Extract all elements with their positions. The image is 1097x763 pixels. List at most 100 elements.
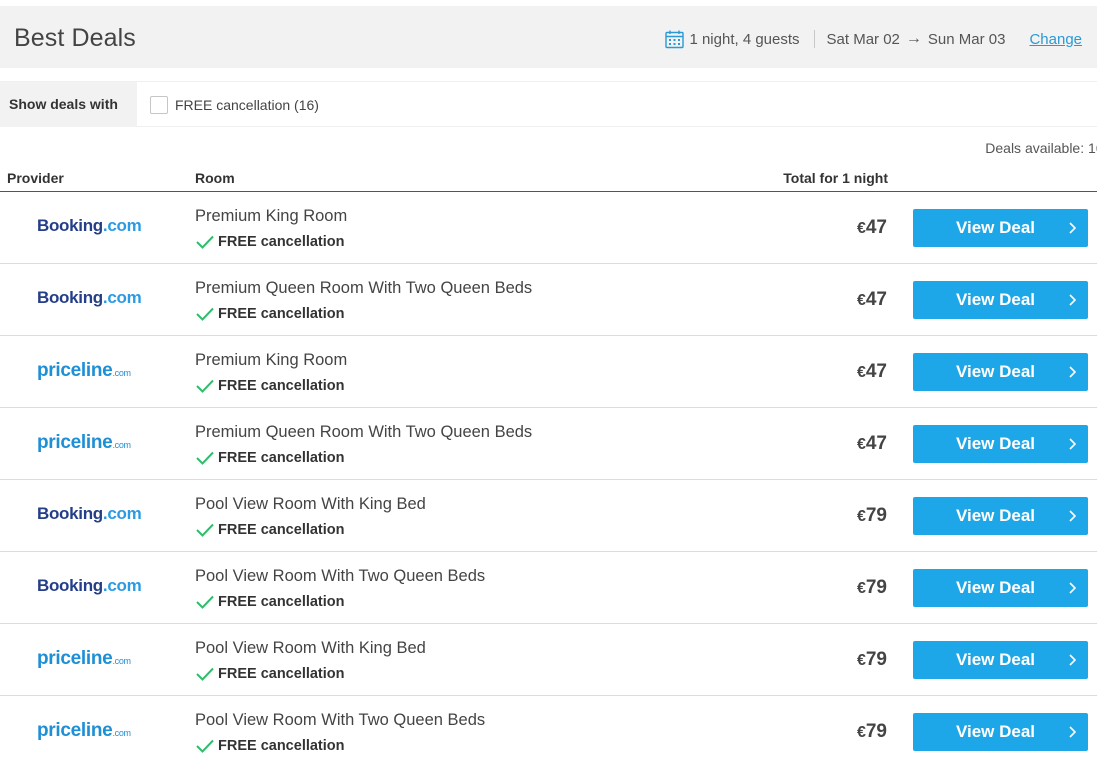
view-deal-label: View Deal	[955, 362, 1036, 381]
cancellation-info: FREE cancellation	[195, 594, 345, 610]
room-name: Pool View Room With Two Queen Beds	[195, 567, 486, 585]
calendar-icon	[665, 30, 685, 48]
view-deal-button[interactable]: View Deal	[913, 497, 1088, 535]
cancellation-label: FREE cancellation	[218, 522, 345, 538]
view-deal-button[interactable]: View Deal	[913, 281, 1088, 319]
view-deal-label: View Deal	[955, 722, 1036, 741]
view-deal-button[interactable]: View Deal	[913, 713, 1088, 751]
deal-price: €47	[856, 361, 887, 382]
room-name: Premium King Room	[195, 207, 348, 225]
chevron-right-icon	[1069, 510, 1077, 522]
priceline-logo: priceline.com	[37, 432, 131, 453]
cancellation-info: FREE cancellation	[195, 522, 345, 538]
cancellation-info: FREE cancellation	[195, 306, 345, 322]
deal-row: Booking.com Premium King Room FREE cance…	[0, 192, 1097, 264]
check-icon	[196, 451, 214, 465]
cancellation-label: FREE cancellation	[218, 666, 345, 682]
chevron-right-icon	[1069, 582, 1077, 594]
check-icon	[196, 667, 214, 681]
deal-row: Booking.com Premium Queen Room With Two …	[0, 264, 1097, 336]
booking-logo: Booking.com	[37, 504, 142, 523]
room-name: Pool View Room With Two Queen Beds	[195, 711, 486, 729]
deal-row: priceline.com Pool View Room With King B…	[0, 624, 1097, 696]
deals-available-count: 16	[1088, 140, 1097, 156]
check-icon	[196, 595, 214, 609]
booking-logo: Booking.com	[37, 576, 142, 595]
view-deal-label: View Deal	[955, 434, 1036, 453]
priceline-logo: priceline.com	[37, 648, 131, 669]
booking-logo: Booking.com	[37, 216, 142, 235]
cancellation-label: FREE cancellation	[218, 378, 345, 394]
room-name: Pool View Room With King Bed	[195, 495, 426, 513]
room-name: Pool View Room With King Bed	[195, 639, 426, 657]
table-header: Provider Room Total for 1 night	[0, 168, 1097, 192]
deal-filter-bar: Show deals with FREE cancellation (16)	[0, 81, 1097, 127]
view-deal-label: View Deal	[955, 506, 1036, 525]
view-deal-button[interactable]: View Deal	[913, 425, 1088, 463]
chevron-right-icon	[1069, 366, 1077, 378]
view-deal-button[interactable]: View Deal	[913, 569, 1088, 607]
deal-row: Booking.com Pool View Room With King Bed…	[0, 480, 1097, 552]
deal-row: priceline.com Premium King Room FREE can…	[0, 336, 1097, 408]
deals-header: Best Deals 1 night, 4 guests Sat Mar 02 …	[0, 6, 1097, 68]
deal-row: priceline.com Pool View Room With Two Qu…	[0, 696, 1097, 763]
free-cancellation-option-label[interactable]: FREE cancellation (16)	[175, 97, 319, 113]
cancellation-info: FREE cancellation	[195, 234, 345, 250]
check-icon	[196, 235, 214, 249]
cancellation-label: FREE cancellation	[218, 450, 345, 466]
view-deal-button[interactable]: View Deal	[913, 353, 1088, 391]
cancellation-info: FREE cancellation	[195, 738, 345, 754]
page-title: Best Deals	[14, 24, 136, 52]
check-in-date: Sat Mar 02	[826, 30, 900, 48]
priceline-logo: priceline.com	[37, 360, 131, 381]
priceline-logo: priceline.com	[37, 720, 131, 741]
column-total: Total for 1 night	[783, 170, 888, 186]
room-name: Premium Queen Room With Two Queen Beds	[195, 279, 533, 297]
cancellation-label: FREE cancellation	[218, 738, 345, 754]
column-provider: Provider	[7, 170, 64, 186]
arrow-right-icon: →	[905, 30, 922, 47]
divider	[813, 30, 815, 48]
chevron-right-icon	[1069, 222, 1077, 234]
deal-price: €79	[856, 721, 887, 742]
view-deal-button[interactable]: View Deal	[913, 641, 1088, 679]
deal-row: priceline.com Premium Queen Room With Tw…	[0, 408, 1097, 480]
filter-label: Show deals with	[0, 82, 137, 127]
view-deal-label: View Deal	[955, 650, 1036, 669]
guests-summary: 1 night, 4 guests	[689, 30, 800, 48]
check-icon	[196, 307, 214, 321]
cancellation-info: FREE cancellation	[195, 378, 345, 394]
view-deal-label: View Deal	[955, 290, 1036, 309]
cancellation-info: FREE cancellation	[195, 666, 345, 682]
view-deal-label: View Deal	[955, 218, 1036, 237]
deal-price: €47	[856, 217, 887, 238]
deal-price: €79	[856, 505, 887, 526]
view-deal-button[interactable]: View Deal	[913, 209, 1088, 247]
column-room: Room	[195, 170, 235, 186]
deal-price: €79	[856, 577, 887, 598]
free-cancellation-checkbox[interactable]	[150, 96, 168, 114]
cancellation-label: FREE cancellation	[218, 306, 345, 322]
check-icon	[196, 379, 214, 393]
booking-logo: Booking.com	[37, 288, 142, 307]
cancellation-label: FREE cancellation	[218, 234, 345, 250]
deal-price: €47	[856, 289, 887, 310]
deals-available-label: Deals available:	[985, 140, 1085, 156]
cancellation-info: FREE cancellation	[195, 450, 345, 466]
deal-price: €79	[856, 649, 887, 670]
deals-list: Booking.com Premium King Room FREE cance…	[0, 192, 1097, 763]
check-out-date: Sun Mar 03	[927, 30, 1006, 48]
change-dates-link[interactable]: Change	[1029, 31, 1082, 48]
check-icon	[196, 523, 214, 537]
cancellation-label: FREE cancellation	[218, 594, 345, 610]
chevron-right-icon	[1069, 654, 1077, 666]
view-deal-label: View Deal	[955, 578, 1036, 597]
check-icon	[196, 739, 214, 753]
room-name: Premium Queen Room With Two Queen Beds	[195, 423, 533, 441]
deal-row: Booking.com Pool View Room With Two Quee…	[0, 552, 1097, 624]
stay-summary: 1 night, 4 guests Sat Mar 02 → Sun Mar 0…	[665, 28, 1082, 50]
chevron-right-icon	[1069, 294, 1077, 306]
chevron-right-icon	[1069, 726, 1077, 738]
chevron-right-icon	[1069, 438, 1077, 450]
deals-available: Deals available: 16	[985, 140, 1097, 156]
